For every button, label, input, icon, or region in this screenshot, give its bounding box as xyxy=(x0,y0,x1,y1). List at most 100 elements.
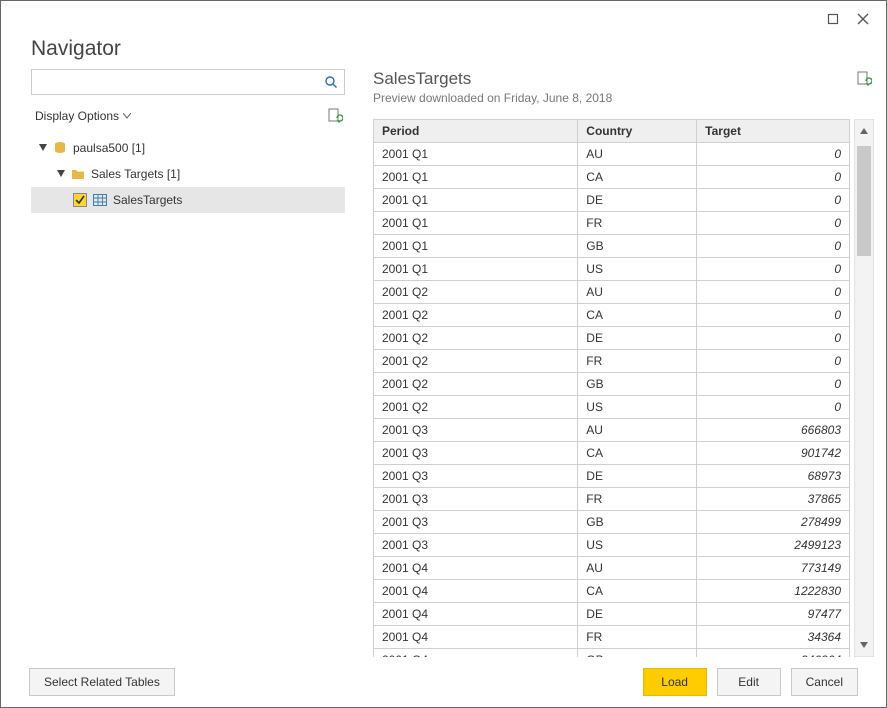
table-row[interactable]: 2001 Q2CA0 xyxy=(374,304,850,327)
edit-button[interactable]: Edit xyxy=(717,668,781,696)
tree-node-folder[interactable]: Sales Targets [1] xyxy=(31,161,345,187)
search-icon[interactable] xyxy=(318,70,344,94)
cell-period: 2001 Q1 xyxy=(374,212,578,235)
column-header-target[interactable]: Target xyxy=(697,120,850,143)
cell-country: CA xyxy=(578,304,697,327)
cell-period: 2001 Q3 xyxy=(374,511,578,534)
navigator-tree: paulsa500 [1] Sales Targets [1] xyxy=(31,135,345,213)
window-restore-button[interactable] xyxy=(818,7,848,31)
cell-target: 34364 xyxy=(697,626,850,649)
tree-node-table[interactable]: SalesTargets xyxy=(31,187,345,213)
cell-country: AU xyxy=(578,143,697,166)
cell-country: DE xyxy=(578,327,697,350)
cell-period: 2001 Q1 xyxy=(374,258,578,281)
display-options-dropdown[interactable]: Display Options xyxy=(31,107,135,125)
table-row[interactable]: 2001 Q1AU0 xyxy=(374,143,850,166)
display-options-label: Display Options xyxy=(35,109,119,123)
window-close-button[interactable] xyxy=(848,7,878,31)
cell-period: 2001 Q2 xyxy=(374,396,578,419)
cell-period: 2001 Q2 xyxy=(374,350,578,373)
preview-table-scroll[interactable]: Period Country Target 2001 Q1AU02001 Q1C… xyxy=(373,119,850,657)
cell-target: 37865 xyxy=(697,488,850,511)
cell-target: 0 xyxy=(697,143,850,166)
table-row[interactable]: 2001 Q3FR37865 xyxy=(374,488,850,511)
table-row[interactable]: 2001 Q4GB246364 xyxy=(374,649,850,658)
table-row[interactable]: 2001 Q3US2499123 xyxy=(374,534,850,557)
refresh-preview-icon[interactable] xyxy=(325,106,345,126)
preview-title: SalesTargets xyxy=(373,69,612,89)
navigator-left-pane: Display Options paulsa5 xyxy=(31,69,345,657)
cell-country: US xyxy=(578,534,697,557)
preview-pane: SalesTargets Preview downloaded on Frida… xyxy=(373,69,874,657)
load-button[interactable]: Load xyxy=(643,668,707,696)
cell-period: 2001 Q3 xyxy=(374,442,578,465)
cell-country: CA xyxy=(578,442,697,465)
cell-period: 2001 Q2 xyxy=(374,373,578,396)
scroll-thumb[interactable] xyxy=(857,146,871,256)
expander-icon[interactable] xyxy=(37,142,49,154)
cell-country: FR xyxy=(578,626,697,649)
select-related-tables-button[interactable]: Select Related Tables xyxy=(29,668,175,696)
cell-target: 0 xyxy=(697,189,850,212)
table-row[interactable]: 2001 Q1GB0 xyxy=(374,235,850,258)
cell-country: DE xyxy=(578,603,697,626)
tree-node-label: Sales Targets [1] xyxy=(91,167,180,181)
table-row[interactable]: 2001 Q1DE0 xyxy=(374,189,850,212)
cell-target: 68973 xyxy=(697,465,850,488)
expander-icon[interactable] xyxy=(55,168,67,180)
cancel-button[interactable]: Cancel xyxy=(791,668,858,696)
cell-target: 0 xyxy=(697,396,850,419)
tree-node-checkbox[interactable] xyxy=(73,193,87,207)
cell-target: 0 xyxy=(697,166,850,189)
table-row[interactable]: 2001 Q1US0 xyxy=(374,258,850,281)
cell-country: GB xyxy=(578,235,697,258)
cell-period: 2001 Q3 xyxy=(374,488,578,511)
table-row[interactable]: 2001 Q3CA901742 xyxy=(374,442,850,465)
cell-country: GB xyxy=(578,649,697,658)
button-label: Select Related Tables xyxy=(44,675,160,689)
table-row[interactable]: 2001 Q3GB278499 xyxy=(374,511,850,534)
table-row[interactable]: 2001 Q2AU0 xyxy=(374,281,850,304)
display-options-row: Display Options xyxy=(31,105,345,127)
cell-period: 2001 Q2 xyxy=(374,281,578,304)
cell-target: 278499 xyxy=(697,511,850,534)
table-row[interactable]: 2001 Q4CA1222830 xyxy=(374,580,850,603)
cell-target: 0 xyxy=(697,235,850,258)
table-row[interactable]: 2001 Q3AU666803 xyxy=(374,419,850,442)
chevron-down-icon xyxy=(123,113,131,119)
cell-target: 773149 xyxy=(697,557,850,580)
vertical-scrollbar[interactable] xyxy=(854,119,874,657)
table-row[interactable]: 2001 Q2DE0 xyxy=(374,327,850,350)
preview-table-area: Period Country Target 2001 Q1AU02001 Q1C… xyxy=(373,119,874,657)
table-row[interactable]: 2001 Q3DE68973 xyxy=(374,465,850,488)
cell-country: DE xyxy=(578,189,697,212)
tree-node-database[interactable]: paulsa500 [1] xyxy=(31,135,345,161)
cell-country: DE xyxy=(578,465,697,488)
cell-period: 2001 Q1 xyxy=(374,235,578,258)
cell-country: AU xyxy=(578,281,697,304)
window-titlebar xyxy=(1,1,886,37)
scroll-down-arrow-icon[interactable] xyxy=(855,634,873,656)
cell-target: 246364 xyxy=(697,649,850,658)
cell-country: CA xyxy=(578,580,697,603)
column-header-country[interactable]: Country xyxy=(578,120,697,143)
table-row[interactable]: 2001 Q1CA0 xyxy=(374,166,850,189)
preview-subtitle: Preview downloaded on Friday, June 8, 20… xyxy=(373,91,612,105)
table-row[interactable]: 2001 Q4FR34364 xyxy=(374,626,850,649)
table-row[interactable]: 2001 Q4DE97477 xyxy=(374,603,850,626)
table-row[interactable]: 2001 Q2US0 xyxy=(374,396,850,419)
cell-target: 2499123 xyxy=(697,534,850,557)
table-row[interactable]: 2001 Q2GB0 xyxy=(374,373,850,396)
table-row[interactable]: 2001 Q1FR0 xyxy=(374,212,850,235)
cell-period: 2001 Q4 xyxy=(374,580,578,603)
table-row[interactable]: 2001 Q4AU773149 xyxy=(374,557,850,580)
cell-country: AU xyxy=(578,419,697,442)
cell-target: 666803 xyxy=(697,419,850,442)
scroll-up-arrow-icon[interactable] xyxy=(857,120,871,142)
table-row[interactable]: 2001 Q2FR0 xyxy=(374,350,850,373)
search-input[interactable] xyxy=(32,70,318,94)
cell-country: AU xyxy=(578,557,697,580)
preview-refresh-icon[interactable] xyxy=(854,69,874,89)
button-label: Edit xyxy=(738,675,759,689)
column-header-period[interactable]: Period xyxy=(374,120,578,143)
